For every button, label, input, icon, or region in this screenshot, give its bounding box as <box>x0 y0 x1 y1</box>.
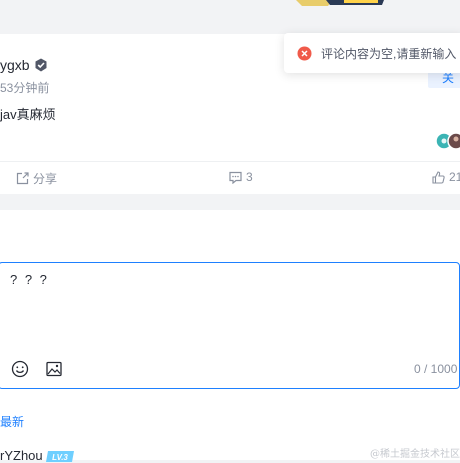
section-gap <box>0 194 460 210</box>
banner-image <box>296 0 384 6</box>
level-badge-text: LV.3 <box>52 453 68 462</box>
verified-badge-icon <box>35 58 47 72</box>
liker-avatars[interactable] <box>435 132 460 150</box>
error-icon <box>297 46 312 60</box>
image-upload-icon[interactable] <box>46 361 62 377</box>
comment-input-text: ? ? ? <box>10 272 49 287</box>
share-button[interactable]: 分享 <box>16 170 57 187</box>
level-badge: LV.3 <box>46 451 74 462</box>
post-time: 53分钟前 <box>0 81 50 95</box>
toast-message: 评论内容为空,请重新输入 <box>321 46 457 61</box>
thumbs-up-icon <box>432 170 445 184</box>
error-toast: 评论内容为空,请重新输入 <box>284 33 460 73</box>
emoji-icon[interactable] <box>11 360 29 378</box>
comment-button[interactable]: 3 <box>229 170 253 184</box>
post-content: jav真麻烦 <box>0 107 56 122</box>
comment-icon <box>229 171 242 184</box>
like-count: 21 <box>449 170 460 184</box>
share-label: 分享 <box>33 172 58 186</box>
card-divider <box>0 161 460 162</box>
comment-count: 3 <box>246 170 253 184</box>
tab-latest[interactable]: 最新 <box>0 413 24 430</box>
comment-author-name[interactable]: rYZhou <box>0 448 43 463</box>
like-button[interactable]: 21 <box>432 170 460 184</box>
char-counter: 0 / 1000 <box>414 362 458 376</box>
comment-input[interactable] <box>0 262 460 389</box>
post-author-name[interactable]: ygxb <box>0 57 30 73</box>
share-icon <box>16 172 29 185</box>
watermark: @稀土掘金技术社区 <box>370 449 460 460</box>
